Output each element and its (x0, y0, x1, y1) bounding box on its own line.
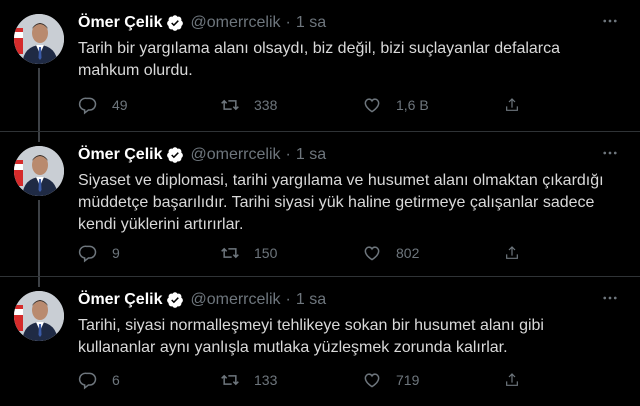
share-button[interactable] (504, 95, 534, 115)
share-icon (506, 373, 518, 386)
more-options-icon[interactable] (598, 289, 622, 309)
tweet-text: Tarih bir yargılama alanı olsaydı, biz d… (78, 40, 561, 79)
reply-icon (78, 97, 97, 115)
timestamp[interactable]: 1 sa (296, 14, 326, 32)
separator-dot: · (285, 291, 291, 308)
like-count: 1,6 B (396, 97, 429, 113)
like-button[interactable]: 802 (362, 243, 504, 263)
separator-dot: · (285, 14, 291, 31)
avatar[interactable] (14, 14, 64, 64)
reply-icon (78, 245, 97, 263)
tweet[interactable]: Ömer Çelik @omerrcelik · 1 sa Tarihi, si… (0, 277, 640, 406)
display-name[interactable]: Ömer Çelik (78, 291, 162, 309)
share-button[interactable] (504, 243, 534, 263)
profile-photo (14, 146, 64, 196)
tweet-content: Ömer Çelik @omerrcelik · 1 sa Tarih bir … (78, 12, 620, 82)
timestamp[interactable]: 1 sa (296, 291, 326, 309)
reply-button[interactable]: 49 (78, 95, 220, 115)
tweet[interactable]: Ömer Çelik @omerrcelik · 1 sa Siyaset ve… (0, 132, 640, 277)
like-count: 802 (396, 245, 420, 261)
tweet-actions: 9 150 802 (78, 242, 548, 264)
like-button[interactable]: 719 (362, 370, 504, 390)
reply-button[interactable]: 6 (78, 370, 220, 390)
retweet-count: 133 (254, 372, 278, 388)
retweet-count: 150 (254, 245, 278, 261)
retweet-icon (221, 247, 239, 259)
verified-badge-icon (167, 292, 184, 308)
retweet-button[interactable]: 133 (220, 370, 362, 390)
tweet-text: Tarihi, siyasi normalleşmeyi tehlikeye s… (78, 317, 544, 356)
thread-connector-line (38, 200, 40, 277)
verified-badge-icon (167, 147, 184, 163)
reply-count: 49 (112, 97, 128, 113)
username[interactable]: @omerrcelik (190, 291, 280, 309)
retweet-count: 338 (254, 97, 278, 113)
tweet-header: Ömer Çelik @omerrcelik · 1 sa (78, 12, 620, 34)
share-icon (506, 246, 518, 259)
retweet-icon (221, 374, 239, 386)
tweet-content: Ömer Çelik @omerrcelik · 1 sa Siyaset ve… (78, 144, 620, 236)
display-name[interactable]: Ömer Çelik (78, 14, 162, 32)
tweet-actions: 49 338 1,6 B (78, 94, 548, 116)
reply-button[interactable]: 9 (78, 243, 220, 263)
tweet-header: Ömer Çelik @omerrcelik · 1 sa (78, 289, 620, 311)
verified-badge-icon (167, 15, 184, 31)
tweet-text: Siyaset ve diplomasi, tarihi yargılama v… (78, 172, 604, 233)
more-options-icon[interactable] (598, 144, 622, 164)
tweet-thread: Ömer Çelik @omerrcelik · 1 sa Tarih bir … (0, 0, 640, 406)
display-name[interactable]: Ömer Çelik (78, 146, 162, 164)
reply-count: 9 (112, 245, 120, 261)
tweet-header: Ömer Çelik @omerrcelik · 1 sa (78, 144, 620, 166)
tweet-content: Ömer Çelik @omerrcelik · 1 sa Tarihi, si… (78, 289, 620, 359)
avatar[interactable] (14, 291, 64, 341)
thread-connector-line (38, 277, 40, 287)
like-button[interactable]: 1,6 B (362, 95, 504, 115)
retweet-button[interactable]: 338 (220, 95, 362, 115)
separator-dot: · (285, 146, 291, 163)
like-icon (364, 373, 380, 388)
avatar[interactable] (14, 146, 64, 196)
more-options-icon[interactable] (598, 12, 622, 32)
like-icon (364, 98, 380, 113)
share-icon (506, 98, 518, 111)
share-button[interactable] (504, 370, 534, 390)
retweet-button[interactable]: 150 (220, 243, 362, 263)
reply-count: 6 (112, 372, 120, 388)
thread-connector-line (38, 68, 40, 132)
like-icon (364, 246, 380, 261)
tweet-actions: 6 133 719 (78, 369, 548, 391)
tweet[interactable]: Ömer Çelik @omerrcelik · 1 sa Tarih bir … (0, 0, 640, 132)
profile-photo (14, 14, 64, 64)
like-count: 719 (396, 372, 420, 388)
timestamp[interactable]: 1 sa (296, 146, 326, 164)
profile-photo (14, 291, 64, 341)
retweet-icon (221, 99, 239, 111)
thread-connector-line (38, 132, 40, 142)
username[interactable]: @omerrcelik (190, 14, 280, 32)
username[interactable]: @omerrcelik (190, 146, 280, 164)
reply-icon (78, 372, 97, 390)
